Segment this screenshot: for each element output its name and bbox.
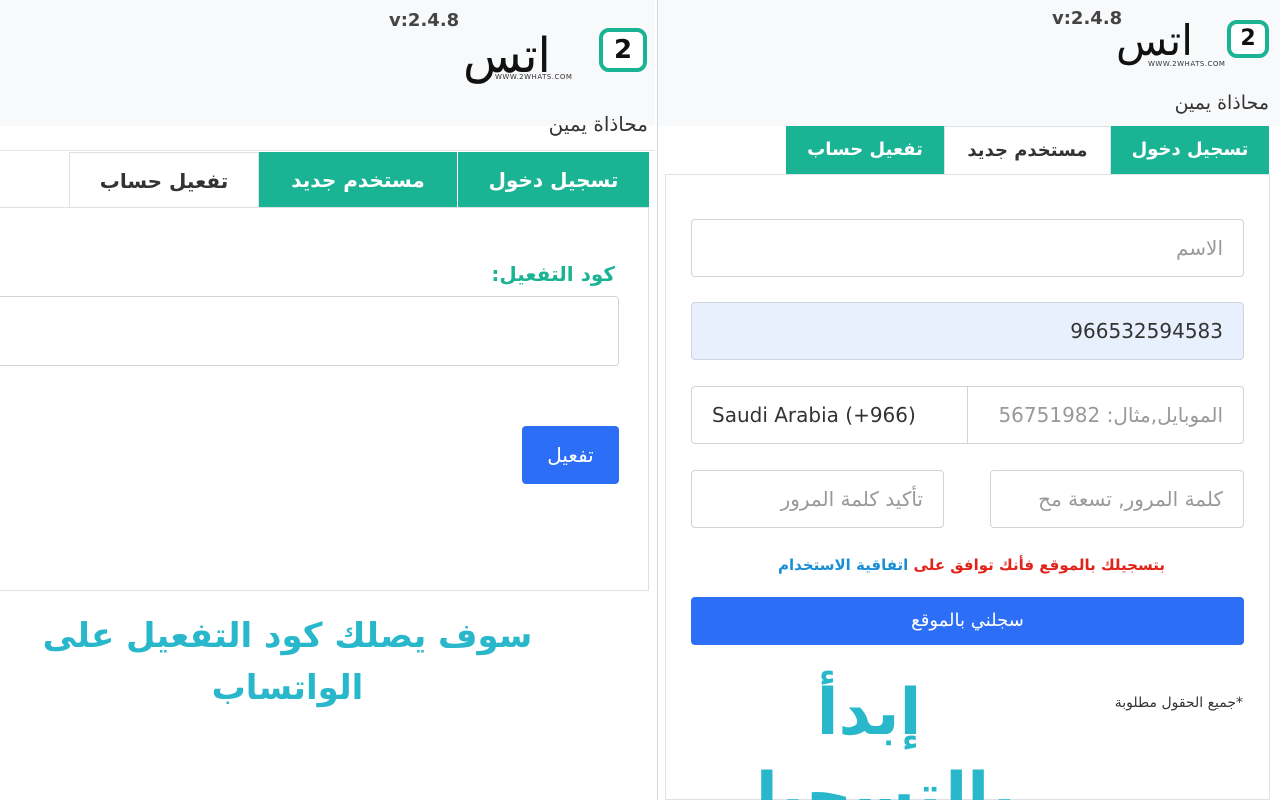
logo: اتس 2 WWW.2WHATS.COM bbox=[1116, 16, 1271, 72]
activation-panel: v:2.4.8 اتس 2 WWW.2WHATS.COM محاذاة يمين… bbox=[0, 0, 655, 800]
required-fields-note: *جميع الحقول مطلوبة bbox=[1114, 695, 1243, 711]
activation-caption: سوف يصلك كود التفعيل على الواتساب bbox=[42, 616, 533, 708]
logo-url: WWW.2WHATS.COM bbox=[495, 73, 573, 81]
activation-code-input[interactable] bbox=[0, 296, 619, 366]
logo-bubble: 2 bbox=[1227, 20, 1269, 58]
registration-form: الاسم 966532594583 الموبايل,مثال: 567519… bbox=[665, 174, 1270, 800]
register-button[interactable]: سجلني بالموقع bbox=[691, 597, 1244, 645]
terms-link[interactable]: اتفاقية الاستخدام bbox=[778, 556, 908, 574]
version-label: v:2.4.8 bbox=[1052, 8, 1123, 29]
register-caption: إبدأ بالتسجيل bbox=[722, 676, 1016, 800]
phone-input[interactable]: 966532594583 bbox=[691, 302, 1244, 360]
logo-bubble: 2 bbox=[599, 28, 647, 72]
logo-wordmark: اتس bbox=[1116, 16, 1193, 65]
mobile-group: الموبايل,مثال: 56751982 Saudi Arabia (+9… bbox=[691, 386, 1244, 444]
country-select[interactable]: Saudi Arabia (+966) bbox=[692, 387, 967, 443]
tab-activate-account[interactable]: تفعيل حساب bbox=[69, 152, 259, 208]
tab-login[interactable]: تسجيل دخول bbox=[458, 152, 649, 208]
align-right-label: محاذاة يمين bbox=[1174, 92, 1269, 114]
activation-code-label: كود التفعيل: bbox=[491, 262, 615, 286]
activation-form: كود التفعيل: تفعيل bbox=[0, 207, 649, 591]
mobile-input[interactable]: الموبايل,مثال: 56751982 bbox=[967, 387, 1243, 443]
version-label: v:2.4.8 bbox=[389, 10, 460, 31]
align-right-label: محاذاة يمين bbox=[548, 112, 648, 136]
tab-activate-account[interactable]: تفعيل حساب bbox=[786, 126, 944, 174]
terms-notice: بتسجيلك بالموقع فأنك توافق على اتفاقية ا… bbox=[778, 556, 1165, 574]
divider bbox=[0, 150, 655, 151]
logo-url: WWW.2WHATS.COM bbox=[1148, 60, 1226, 68]
tab-login[interactable]: تسجيل دخول bbox=[1111, 126, 1269, 174]
tab-new-user[interactable]: مستخدم جديد bbox=[259, 152, 457, 208]
password-input[interactable]: كلمة المرور, تسعة مح bbox=[990, 470, 1244, 528]
logo: اتس 2 WWW.2WHATS.COM bbox=[463, 26, 648, 86]
terms-prefix: بتسجيلك بالموقع فأنك توافق على bbox=[913, 556, 1165, 574]
name-input[interactable]: الاسم bbox=[691, 219, 1244, 277]
confirm-password-input[interactable]: تأكيد كلمة المرور bbox=[691, 470, 944, 528]
registration-panel: v:2.4.8 اتس 2 WWW.2WHATS.COM محاذاة يمين… bbox=[657, 0, 1280, 800]
tab-new-user[interactable]: مستخدم جديد bbox=[944, 126, 1111, 174]
activate-button[interactable]: تفعيل bbox=[522, 426, 619, 484]
